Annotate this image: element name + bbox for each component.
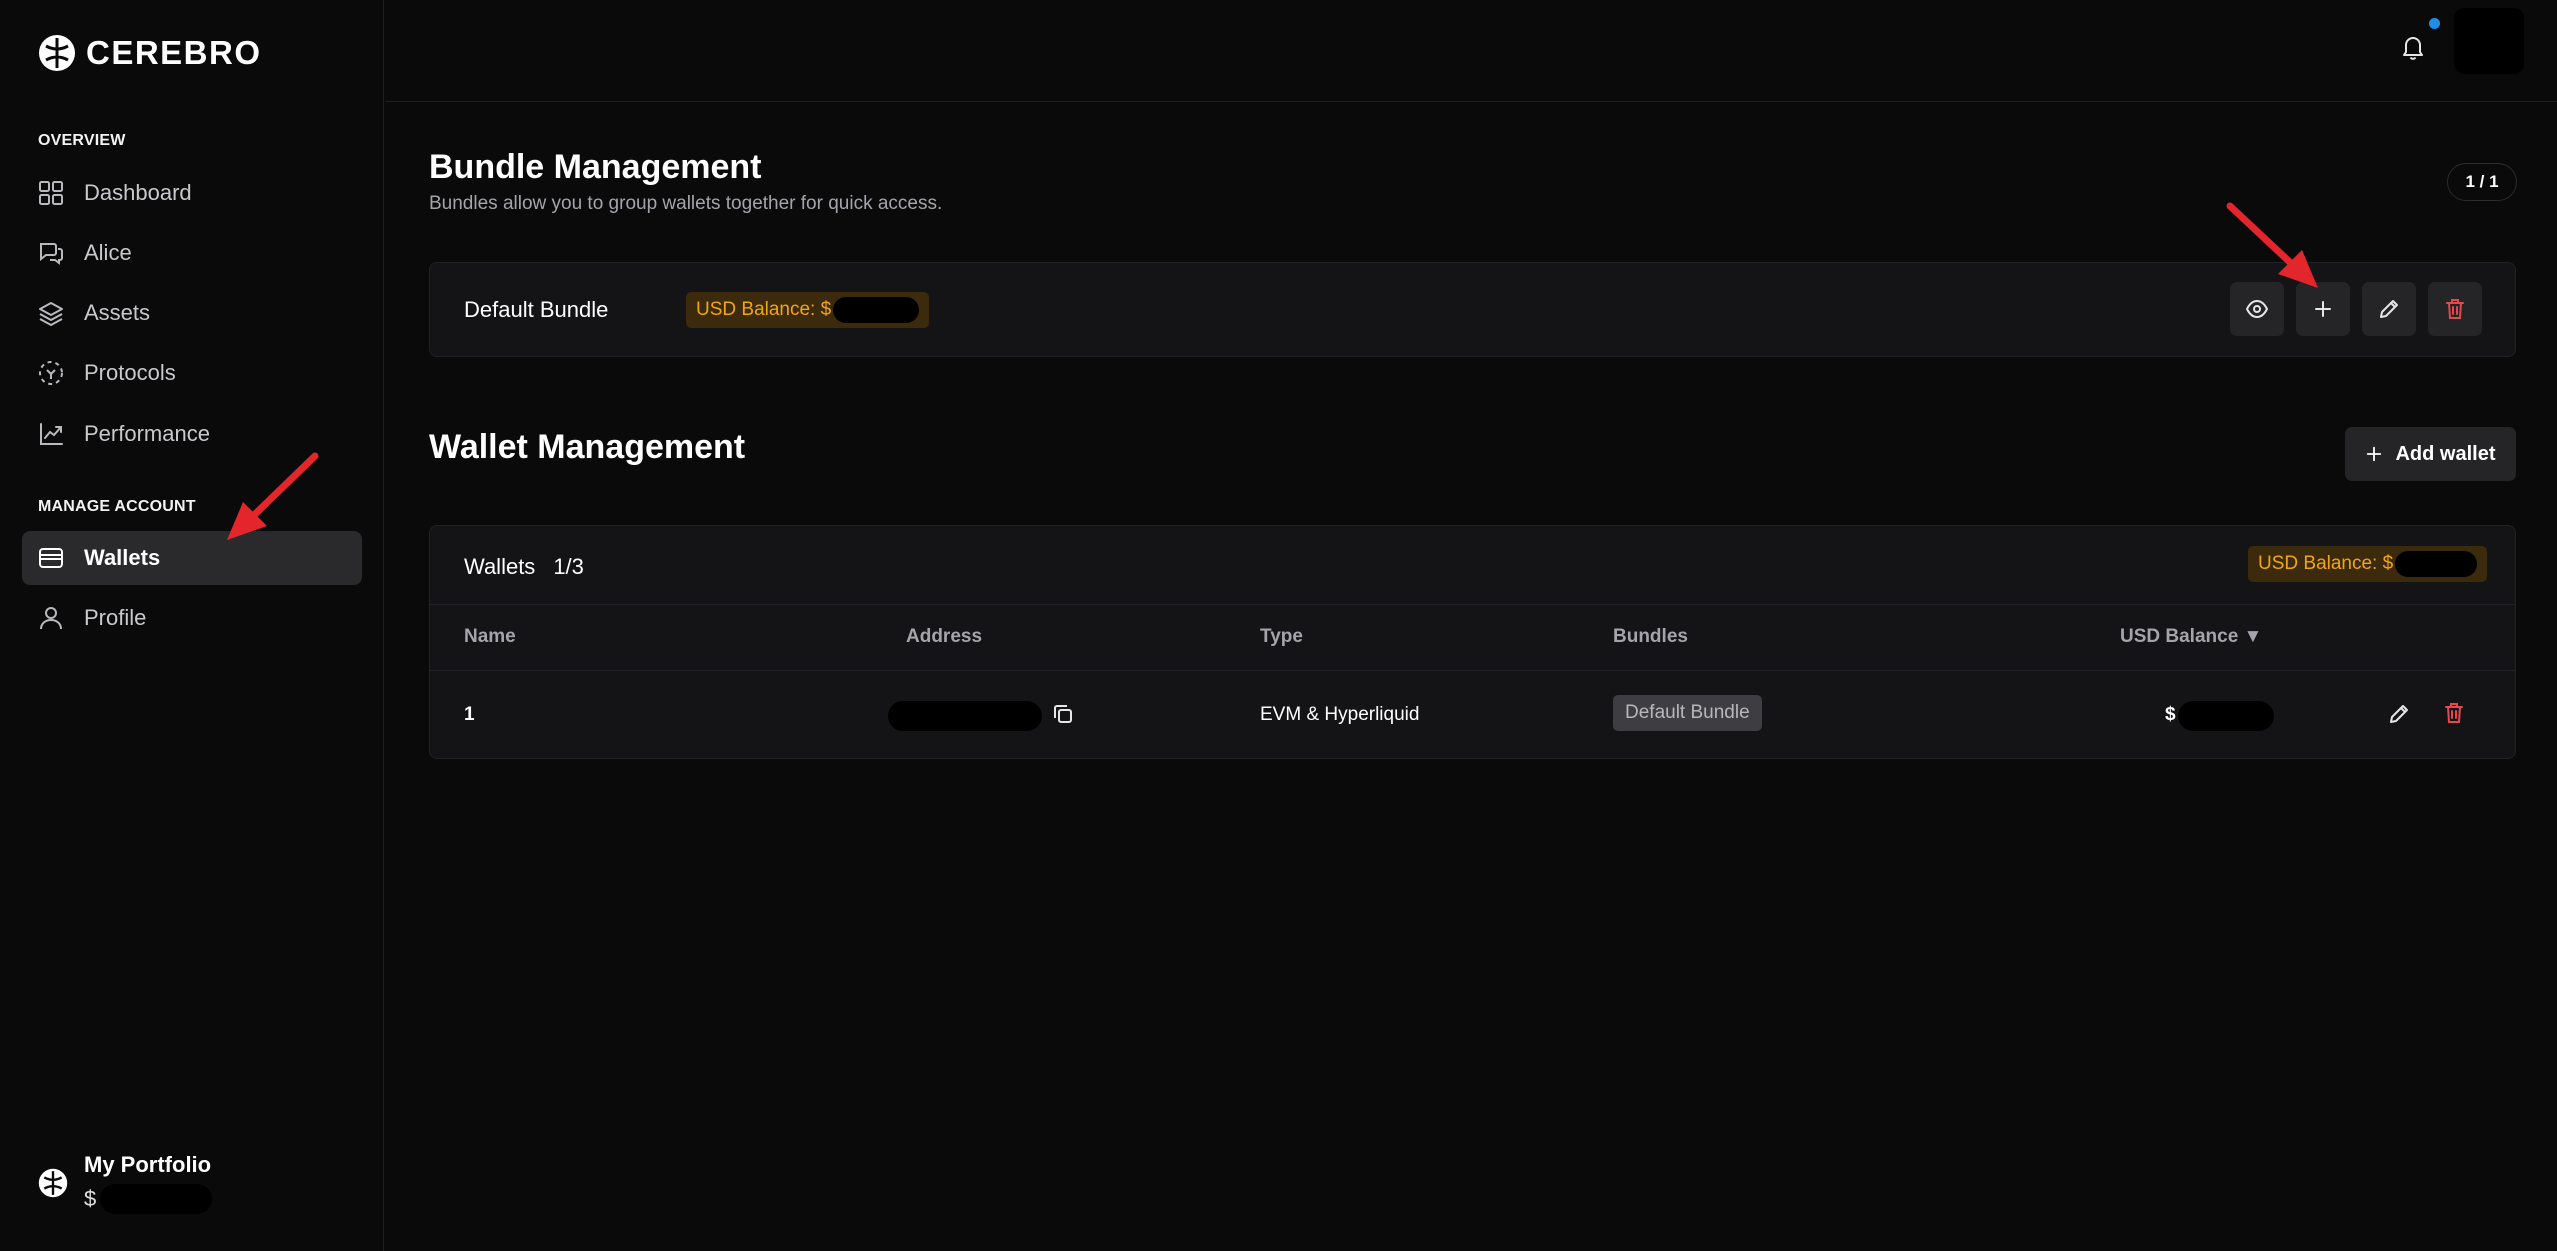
eye-icon bbox=[2246, 299, 2268, 319]
redacted-value bbox=[2395, 551, 2478, 577]
brain-logo-icon bbox=[38, 1168, 68, 1198]
view-bundle-button[interactable] bbox=[2230, 282, 2284, 336]
bundle-name: Default Bundle bbox=[464, 297, 609, 322]
sidebar-item-label: Alice bbox=[84, 240, 132, 265]
wallets-usd-balance-badge: USD Balance: $ bbox=[2248, 546, 2488, 582]
notification-dot bbox=[2429, 18, 2440, 29]
pencil-icon bbox=[2380, 300, 2398, 318]
bundle-card: Default Bundle USD Balance: $ bbox=[429, 262, 2516, 357]
sidebar-item-label: Profile bbox=[84, 605, 147, 630]
edit-bundle-button[interactable] bbox=[2362, 282, 2416, 336]
bundle-tag[interactable]: Default Bundle bbox=[1613, 695, 1762, 731]
sidebar-item-label: Protocols bbox=[84, 360, 176, 385]
section-label-manage-account: MANAGE ACCOUNT bbox=[38, 498, 196, 515]
wallets-count: 1/3 bbox=[553, 554, 584, 579]
sidebar-item-assets[interactable]: Assets bbox=[22, 286, 362, 340]
brand-name: CEREBRO bbox=[86, 34, 262, 71]
currency-symbol: $ bbox=[84, 1186, 97, 1211]
divider bbox=[430, 604, 2515, 605]
redacted-value bbox=[833, 297, 920, 323]
wallet-name: 1 bbox=[464, 704, 475, 725]
trash-icon[interactable] bbox=[2444, 702, 2464, 724]
sidebar-item-label: Assets bbox=[84, 300, 151, 325]
brain-logo-icon bbox=[39, 35, 75, 71]
wallet-type: EVM & Hyperliquid bbox=[1260, 704, 1420, 725]
sidebar-item-profile[interactable]: Profile bbox=[22, 591, 362, 645]
sidebar-item-dashboard[interactable]: Dashboard bbox=[22, 166, 362, 220]
brand-logo[interactable]: CEREBRO bbox=[38, 34, 262, 72]
bundle-usd-balance-badge: USD Balance: $ bbox=[686, 292, 930, 328]
portfolio-summary[interactable]: My Portfolio $ bbox=[38, 1152, 213, 1214]
column-header-usd-balance[interactable]: USD Balance ▼ bbox=[2120, 626, 2262, 648]
user-icon bbox=[40, 607, 62, 630]
protocols-icon bbox=[39, 361, 63, 385]
bell-icon[interactable] bbox=[2401, 34, 2425, 60]
bundle-management-title: Bundle Management bbox=[429, 148, 762, 186]
wallets-card-header: Wallets 1/3 bbox=[464, 554, 584, 580]
sidebar: CEREBRO OVERVIEW Dashboard Alice Assets … bbox=[0, 0, 384, 1251]
sidebar-item-protocols[interactable]: Protocols bbox=[22, 346, 362, 400]
avatar[interactable] bbox=[2454, 8, 2524, 74]
copy-icon[interactable] bbox=[1052, 703, 1074, 725]
sidebar-item-label: Wallets bbox=[84, 545, 161, 570]
usd-balance-label: USD Balance: $ bbox=[696, 299, 832, 320]
section-label-overview: OVERVIEW bbox=[38, 132, 126, 149]
chart-line-icon bbox=[40, 423, 63, 445]
bundle-pager[interactable]: 1 / 1 bbox=[2447, 163, 2517, 201]
delete-bundle-button[interactable] bbox=[2428, 282, 2482, 336]
sidebar-item-label: Performance bbox=[84, 421, 210, 446]
redacted-value bbox=[2178, 701, 2274, 731]
bundle-management-subtitle: Bundles allow you to group wallets toget… bbox=[429, 193, 943, 214]
pencil-icon[interactable] bbox=[2388, 703, 2410, 725]
redacted-value bbox=[100, 1184, 213, 1214]
wallets-card-title: Wallets bbox=[464, 554, 536, 579]
add-to-bundle-button[interactable] bbox=[2296, 282, 2350, 336]
sidebar-item-label: Dashboard bbox=[84, 180, 192, 205]
add-wallet-label: Add wallet bbox=[2395, 442, 2496, 465]
sidebar-item-alice[interactable]: Alice bbox=[22, 226, 362, 280]
dashboard-grid-icon bbox=[39, 181, 63, 205]
column-header-type[interactable]: Type bbox=[1260, 626, 1303, 648]
sidebar-item-performance[interactable]: Performance bbox=[22, 407, 362, 461]
add-wallet-button[interactable]: Add wallet bbox=[2345, 427, 2516, 481]
wallet-management-title: Wallet Management bbox=[429, 428, 746, 466]
redacted-address bbox=[888, 701, 1042, 731]
plus-icon bbox=[2315, 301, 2331, 317]
wallets-table-card: Wallets 1/3 USD Balance: $ Name Address … bbox=[429, 525, 2516, 759]
sidebar-item-wallets[interactable]: Wallets bbox=[22, 531, 362, 585]
wallet-icon bbox=[39, 548, 63, 568]
divider bbox=[430, 670, 2515, 671]
column-header-address[interactable]: Address bbox=[906, 626, 982, 648]
top-bar bbox=[385, 0, 2557, 102]
portfolio-value: $ bbox=[84, 1184, 213, 1214]
column-header-bundles[interactable]: Bundles bbox=[1613, 626, 1688, 648]
column-header-name[interactable]: Name bbox=[464, 626, 516, 648]
portfolio-title: My Portfolio bbox=[84, 1152, 212, 1177]
usd-balance-label: USD Balance: $ bbox=[2258, 553, 2394, 574]
layers-icon bbox=[39, 302, 63, 326]
currency-symbol: $ bbox=[2165, 704, 2176, 725]
plus-icon bbox=[2367, 446, 2382, 462]
chat-icon bbox=[40, 243, 63, 265]
trash-icon bbox=[2446, 299, 2464, 319]
